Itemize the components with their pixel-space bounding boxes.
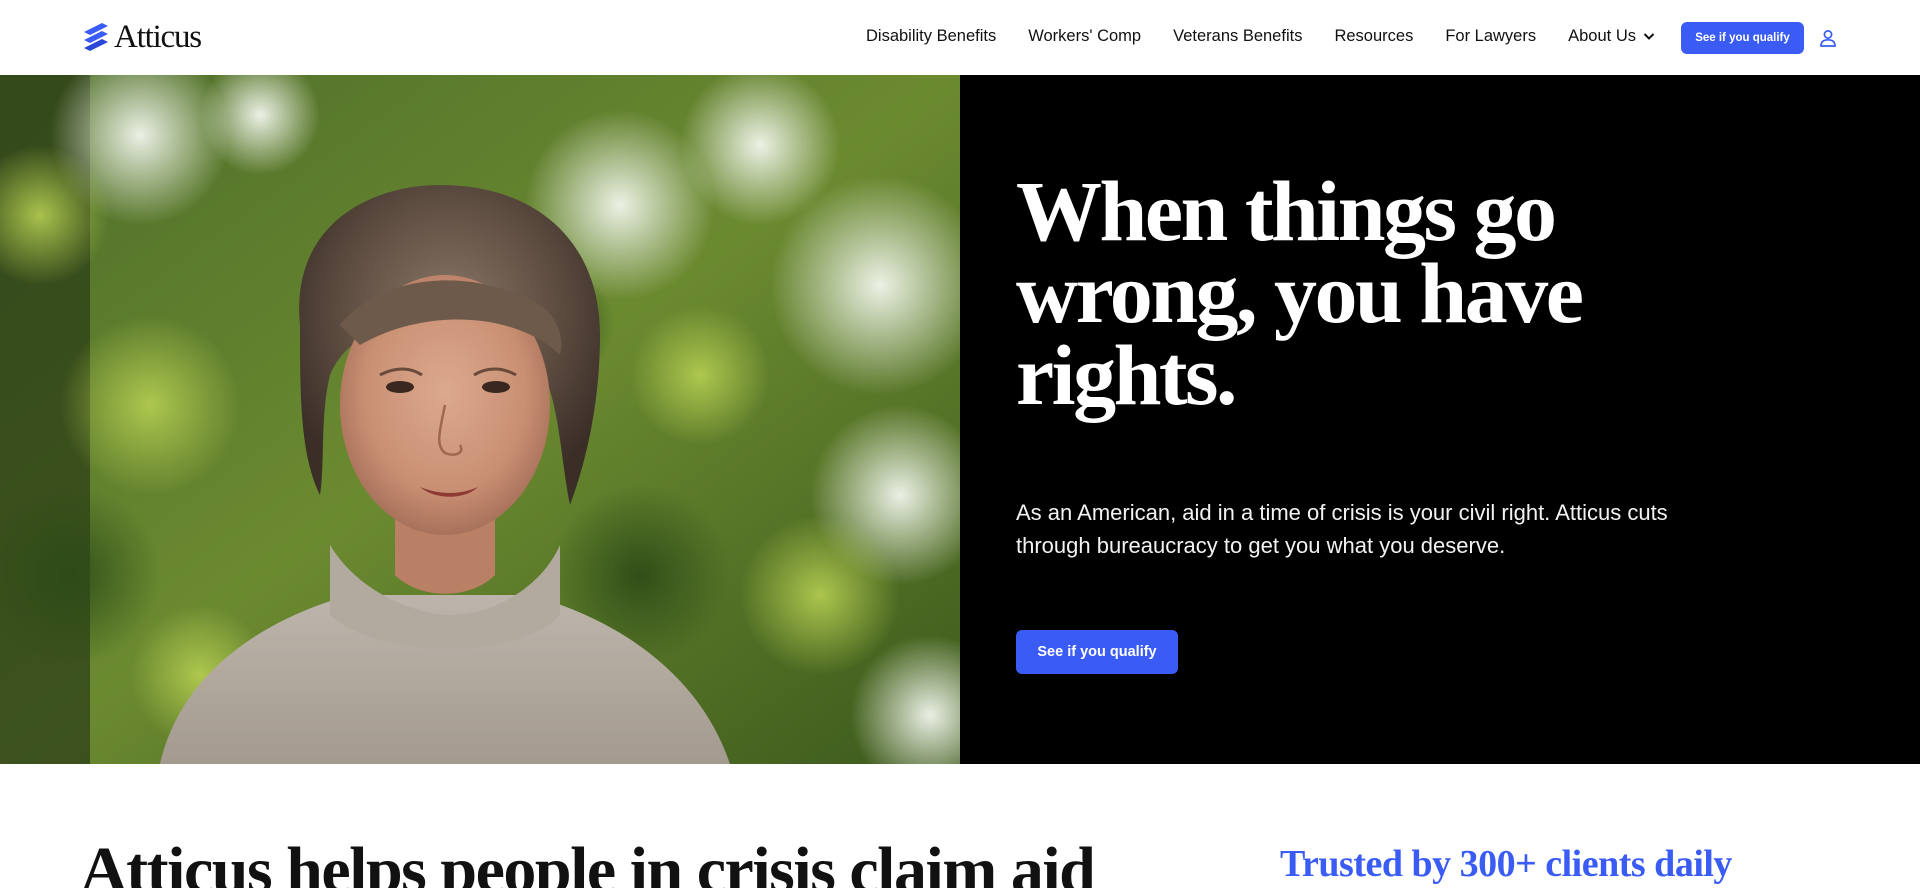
section-title: Atticus helps people in crisis claim aid: [80, 834, 1096, 888]
nav-veterans-benefits[interactable]: Veterans Benefits: [1173, 24, 1302, 48]
nav-about-us[interactable]: About Us: [1568, 24, 1656, 48]
logo-text: Atticus: [114, 19, 202, 55]
nav-workers-comp[interactable]: Workers' Comp: [1028, 24, 1141, 48]
hero-photo: [0, 75, 960, 764]
nav-label: Veterans Benefits: [1173, 27, 1303, 45]
hero-section: When things go wrong, you have rights. A…: [0, 75, 1920, 764]
trusted-tagline: Trusted by 300+ clients daily: [1280, 843, 1732, 885]
nav-for-lawyers[interactable]: For Lawyers: [1445, 24, 1536, 48]
hero-subtitle: As an American, aid in a time of crisis …: [1016, 500, 1668, 558]
user-icon[interactable]: [1818, 28, 1838, 48]
nav-label: Resources: [1334, 27, 1414, 45]
site-header: Atticus Disability Benefits Workers' Com…: [0, 0, 1920, 75]
intro-section: Atticus helps people in crisis claim aid…: [0, 764, 1920, 888]
nav-label: About Us: [1568, 27, 1636, 45]
nav-disability-benefits[interactable]: Disability Benefits: [866, 24, 996, 48]
hero-content: When things go wrong, you have rights. A…: [1016, 163, 1736, 674]
nav-label: Disability Benefits: [866, 27, 997, 45]
hero-qualify-button[interactable]: See if you qualify: [1016, 630, 1178, 674]
nav-label: Workers' Comp: [1028, 27, 1142, 45]
atticus-logo-icon: [84, 23, 108, 51]
header-qualify-button[interactable]: See if you qualify: [1681, 22, 1804, 54]
logo-link[interactable]: Atticus: [80, 19, 202, 55]
main-nav: Disability Benefits Workers' Comp Vetera…: [866, 24, 1656, 48]
chevron-down-icon: [1643, 33, 1655, 40]
hero-title: When things go wrong, you have rights.: [1016, 163, 1584, 423]
nav-label: For Lawyers: [1445, 27, 1537, 45]
nav-resources[interactable]: Resources: [1334, 24, 1413, 48]
